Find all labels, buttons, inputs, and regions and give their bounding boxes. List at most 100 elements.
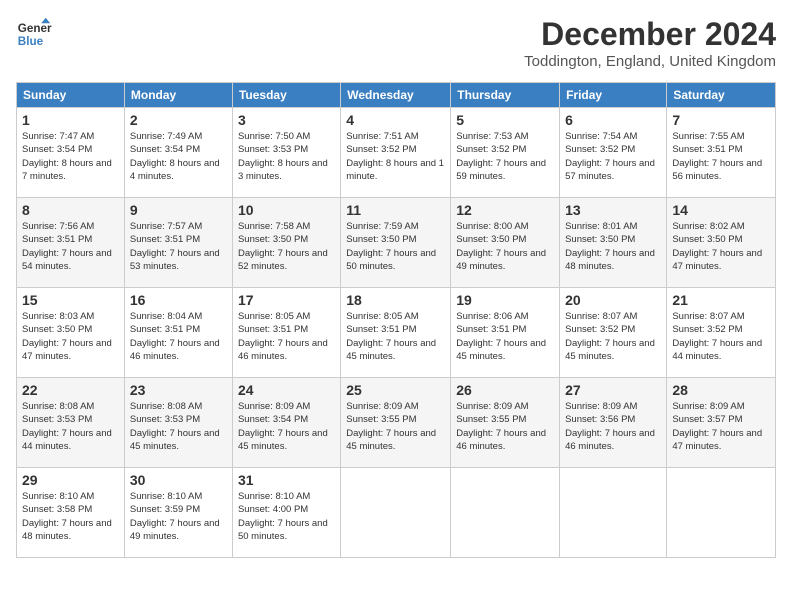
day-info: Sunrise: 7:57 AMSunset: 3:51 PMDaylight:… <box>130 220 227 273</box>
day-number: 13 <box>565 202 661 218</box>
week-row-1: 1Sunrise: 7:47 AMSunset: 3:54 PMDaylight… <box>17 108 776 198</box>
day-number: 30 <box>130 472 227 488</box>
header-day-tuesday: Tuesday <box>232 83 340 108</box>
day-info: Sunrise: 7:53 AMSunset: 3:52 PMDaylight:… <box>456 130 554 183</box>
day-number: 23 <box>130 382 227 398</box>
calendar-cell: 10 Sunrise: 7:58 AMSunset: 3:50 PMDayligh… <box>232 198 340 288</box>
day-info: Sunrise: 8:09 AMSunset: 3:55 PMDaylight:… <box>346 400 445 453</box>
day-info: Sunrise: 7:50 AMSunset: 3:53 PMDaylight:… <box>238 130 335 183</box>
day-info: Sunrise: 8:10 AMSunset: 3:58 PMDaylight:… <box>22 490 119 543</box>
day-number: 24 <box>238 382 335 398</box>
day-info: Sunrise: 8:00 AMSunset: 3:50 PMDaylight:… <box>456 220 554 273</box>
calendar-cell: 9 Sunrise: 7:57 AMSunset: 3:51 PMDaylight… <box>124 198 232 288</box>
day-info: Sunrise: 8:10 AMSunset: 4:00 PMDaylight:… <box>238 490 335 543</box>
calendar-cell: 4Sunrise: 7:51 AMSunset: 3:52 PMDaylight… <box>341 108 451 198</box>
day-number: 29 <box>22 472 119 488</box>
calendar-cell: 15 Sunrise: 8:03 AMSunset: 3:50 PMDayligh… <box>17 288 125 378</box>
day-number: 12 <box>456 202 554 218</box>
day-number: 14 <box>672 202 770 218</box>
day-info: Sunrise: 8:09 AMSunset: 3:57 PMDaylight:… <box>672 400 770 453</box>
logo-icon: General Blue <box>16 16 52 52</box>
calendar-cell: 19 Sunrise: 8:06 AMSunset: 3:51 PMDayligh… <box>451 288 560 378</box>
day-number: 3 <box>238 112 335 128</box>
calendar-cell: 1Sunrise: 7:47 AMSunset: 3:54 PMDaylight… <box>17 108 125 198</box>
calendar-cell: 31 Sunrise: 8:10 AMSunset: 4:00 PMDayligh… <box>232 468 340 558</box>
day-number: 7 <box>672 112 770 128</box>
day-number: 21 <box>672 292 770 308</box>
day-number: 20 <box>565 292 661 308</box>
calendar-cell: 25Sunrise: 8:09 AMSunset: 3:55 PMDayligh… <box>341 378 451 468</box>
page-header: General Blue December 2024 Toddington, E… <box>16 16 776 70</box>
day-number: 8 <box>22 202 119 218</box>
header-day-wednesday: Wednesday <box>341 83 451 108</box>
calendar-cell: 27 Sunrise: 8:09 AMSunset: 3:56 PMDayligh… <box>560 378 667 468</box>
calendar-cell: 11Sunrise: 7:59 AMSunset: 3:50 PMDayligh… <box>341 198 451 288</box>
calendar-cell: 24 Sunrise: 8:09 AMSunset: 3:54 PMDayligh… <box>232 378 340 468</box>
calendar-cell: 12 Sunrise: 8:00 AMSunset: 3:50 PMDayligh… <box>451 198 560 288</box>
calendar-cell: 26 Sunrise: 8:09 AMSunset: 3:55 PMDayligh… <box>451 378 560 468</box>
day-info: Sunrise: 8:07 AMSunset: 3:52 PMDaylight:… <box>565 310 661 363</box>
day-number: 26 <box>456 382 554 398</box>
calendar-cell: 7Sunrise: 7:55 AMSunset: 3:51 PMDaylight… <box>667 108 776 198</box>
week-row-4: 22Sunrise: 8:08 AMSunset: 3:53 PMDayligh… <box>17 378 776 468</box>
header-day-sunday: Sunday <box>17 83 125 108</box>
calendar-cell <box>560 468 667 558</box>
day-info: Sunrise: 8:01 AMSunset: 3:50 PMDaylight:… <box>565 220 661 273</box>
day-info: Sunrise: 7:59 AMSunset: 3:50 PMDaylight:… <box>346 220 445 273</box>
day-number: 19 <box>456 292 554 308</box>
day-number: 10 <box>238 202 335 218</box>
day-info: Sunrise: 8:03 AMSunset: 3:50 PMDaylight:… <box>22 310 119 363</box>
day-info: Sunrise: 8:10 AMSunset: 3:59 PMDaylight:… <box>130 490 227 543</box>
header-day-monday: Monday <box>124 83 232 108</box>
month-title: December 2024 <box>524 16 776 53</box>
calendar-body: 1Sunrise: 7:47 AMSunset: 3:54 PMDaylight… <box>17 108 776 558</box>
day-number: 6 <box>565 112 661 128</box>
day-info: Sunrise: 8:07 AMSunset: 3:52 PMDaylight:… <box>672 310 770 363</box>
calendar-cell: 20 Sunrise: 8:07 AMSunset: 3:52 PMDayligh… <box>560 288 667 378</box>
calendar-cell: 23 Sunrise: 8:08 AMSunset: 3:53 PMDayligh… <box>124 378 232 468</box>
day-info: Sunrise: 8:09 AMSunset: 3:54 PMDaylight:… <box>238 400 335 453</box>
svg-text:General: General <box>18 22 52 35</box>
day-number: 16 <box>130 292 227 308</box>
day-info: Sunrise: 8:09 AMSunset: 3:56 PMDaylight:… <box>565 400 661 453</box>
header-day-friday: Friday <box>560 83 667 108</box>
header-row: SundayMondayTuesdayWednesdayThursdayFrid… <box>17 83 776 108</box>
calendar-cell: 28 Sunrise: 8:09 AMSunset: 3:57 PMDayligh… <box>667 378 776 468</box>
location: Toddington, England, United Kingdom <box>524 53 776 70</box>
calendar-cell: 14 Sunrise: 8:02 AMSunset: 3:50 PMDayligh… <box>667 198 776 288</box>
calendar-cell: 21 Sunrise: 8:07 AMSunset: 3:52 PMDayligh… <box>667 288 776 378</box>
day-number: 9 <box>130 202 227 218</box>
day-info: Sunrise: 7:58 AMSunset: 3:50 PMDaylight:… <box>238 220 335 273</box>
calendar-cell: 22Sunrise: 8:08 AMSunset: 3:53 PMDayligh… <box>17 378 125 468</box>
day-number: 31 <box>238 472 335 488</box>
week-row-3: 15 Sunrise: 8:03 AMSunset: 3:50 PMDayligh… <box>17 288 776 378</box>
day-info: Sunrise: 7:56 AMSunset: 3:51 PMDaylight:… <box>22 220 119 273</box>
day-info: Sunrise: 8:06 AMSunset: 3:51 PMDaylight:… <box>456 310 554 363</box>
day-number: 27 <box>565 382 661 398</box>
day-info: Sunrise: 8:02 AMSunset: 3:50 PMDaylight:… <box>672 220 770 273</box>
svg-text:Blue: Blue <box>18 35 44 48</box>
calendar-cell: 8 Sunrise: 7:56 AMSunset: 3:51 PMDaylight… <box>17 198 125 288</box>
day-info: Sunrise: 8:09 AMSunset: 3:55 PMDaylight:… <box>456 400 554 453</box>
calendar-cell: 18Sunrise: 8:05 AMSunset: 3:51 PMDayligh… <box>341 288 451 378</box>
calendar-cell: 5 Sunrise: 7:53 AMSunset: 3:52 PMDaylight… <box>451 108 560 198</box>
calendar-cell: 30 Sunrise: 8:10 AMSunset: 3:59 PMDayligh… <box>124 468 232 558</box>
calendar-cell <box>341 468 451 558</box>
day-number: 5 <box>456 112 554 128</box>
day-number: 2 <box>130 112 227 128</box>
calendar-table: SundayMondayTuesdayWednesdayThursdayFrid… <box>16 82 776 558</box>
day-number: 4 <box>346 112 445 128</box>
day-number: 1 <box>22 112 119 128</box>
header-day-saturday: Saturday <box>667 83 776 108</box>
day-number: 18 <box>346 292 445 308</box>
header-day-thursday: Thursday <box>451 83 560 108</box>
day-number: 15 <box>22 292 119 308</box>
logo: General Blue <box>16 16 52 52</box>
day-info: Sunrise: 8:08 AMSunset: 3:53 PMDaylight:… <box>130 400 227 453</box>
calendar-cell: 17Sunrise: 8:05 AMSunset: 3:51 PMDayligh… <box>232 288 340 378</box>
calendar-cell: 3 Sunrise: 7:50 AMSunset: 3:53 PMDaylight… <box>232 108 340 198</box>
day-number: 17 <box>238 292 335 308</box>
day-info: Sunrise: 7:54 AMSunset: 3:52 PMDaylight:… <box>565 130 661 183</box>
calendar-cell: 2Sunrise: 7:49 AMSunset: 3:54 PMDaylight… <box>124 108 232 198</box>
day-number: 28 <box>672 382 770 398</box>
